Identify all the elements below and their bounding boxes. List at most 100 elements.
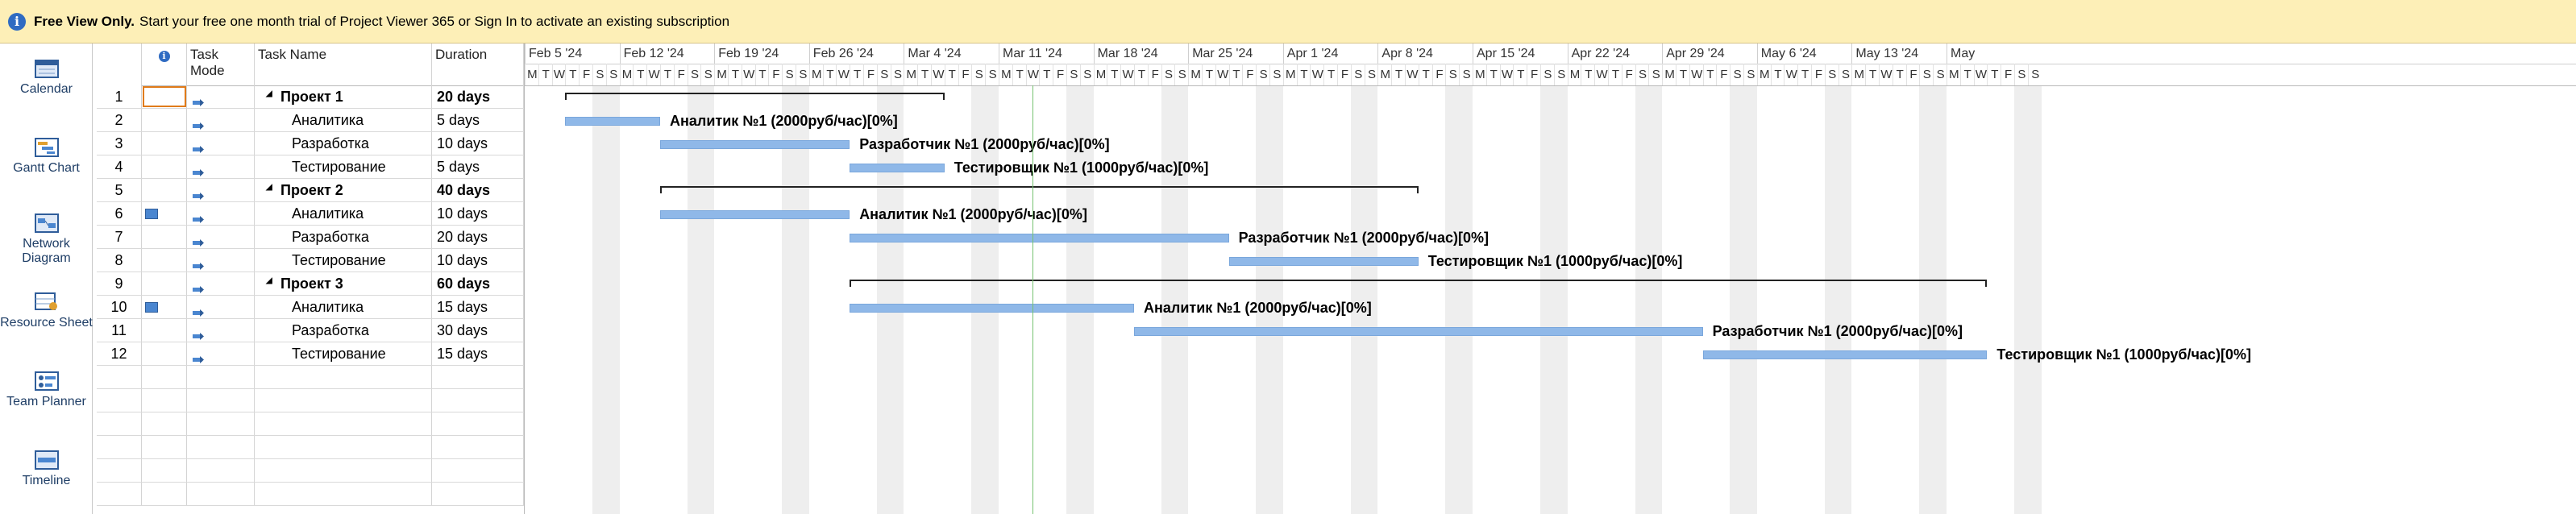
task-mode-cell[interactable] <box>187 436 255 458</box>
duration-cell[interactable]: 5 days <box>432 109 524 131</box>
task-name-cell[interactable]: Тестирование <box>255 155 432 178</box>
task-name-cell[interactable] <box>255 412 432 435</box>
row-id[interactable] <box>97 366 142 388</box>
indicator-cell[interactable] <box>142 132 187 155</box>
task-mode-cell[interactable] <box>187 132 255 155</box>
empty-row[interactable] <box>97 483 524 506</box>
task-row[interactable]: 6 Аналитика 10 days <box>97 202 524 226</box>
task-mode-cell[interactable] <box>187 296 255 318</box>
empty-row[interactable] <box>97 436 524 459</box>
view-resource-sheet[interactable]: Resource Sheet <box>0 292 93 330</box>
task-name-cell[interactable] <box>255 389 432 412</box>
task-row[interactable]: 7 Разработка 20 days <box>97 226 524 249</box>
duration-cell[interactable]: 15 days <box>432 296 524 318</box>
indicator-cell[interactable] <box>142 342 187 365</box>
row-id[interactable]: 11 <box>97 319 142 342</box>
task-row[interactable]: 1 ◢ Проект 1 20 days <box>97 85 524 109</box>
row-id[interactable]: 3 <box>97 132 142 155</box>
duration-cell[interactable]: 10 days <box>432 249 524 272</box>
task-name-cell[interactable] <box>255 366 432 388</box>
task-bar[interactable] <box>850 163 945 172</box>
task-name-cell[interactable]: Аналитика <box>255 202 432 225</box>
duration-column-header[interactable]: Duration <box>432 44 524 85</box>
task-row[interactable]: 8 Тестирование 10 days <box>97 249 524 272</box>
task-bar[interactable] <box>660 209 850 219</box>
task-mode-cell[interactable] <box>187 483 255 505</box>
task-bar[interactable] <box>1228 256 1419 266</box>
empty-row[interactable] <box>97 459 524 483</box>
task-mode-cell[interactable] <box>187 389 255 412</box>
task-name-cell[interactable] <box>255 436 432 458</box>
collapse-triangle-icon[interactable]: ◢ <box>266 90 272 98</box>
banner-message[interactable]: Start your free one month trial of Proje… <box>139 14 729 30</box>
duration-cell[interactable]: 60 days <box>432 272 524 295</box>
row-id[interactable] <box>97 459 142 482</box>
indicator-cell[interactable] <box>142 296 187 318</box>
task-name-cell[interactable]: Разработка <box>255 319 432 342</box>
task-row[interactable]: 11 Разработка 30 days <box>97 319 524 342</box>
task-bar[interactable] <box>1134 326 1703 336</box>
row-header-corner[interactable] <box>97 44 142 85</box>
duration-cell[interactable]: 30 days <box>432 319 524 342</box>
task-mode-cell[interactable] <box>187 85 255 108</box>
row-id[interactable]: 7 <box>97 226 142 248</box>
duration-cell[interactable]: 5 days <box>432 155 524 178</box>
duration-cell[interactable] <box>432 366 524 388</box>
row-id[interactable]: 5 <box>97 179 142 201</box>
view-gantt-chart[interactable]: Gantt Chart <box>0 137 93 176</box>
task-name-cell[interactable]: Аналитика <box>255 296 432 318</box>
task-mode-cell[interactable] <box>187 226 255 248</box>
collapse-triangle-icon[interactable]: ◢ <box>266 277 272 285</box>
row-id[interactable] <box>97 412 142 435</box>
view-team-planner[interactable]: Team Planner <box>0 371 93 409</box>
task-row[interactable]: 2 Аналитика 5 days <box>97 109 524 132</box>
task-name-cell[interactable]: Тестирование <box>255 249 432 272</box>
task-mode-cell[interactable] <box>187 459 255 482</box>
task-mode-cell[interactable] <box>187 179 255 201</box>
task-mode-cell[interactable] <box>187 202 255 225</box>
task-row[interactable]: 10 Аналитика 15 days <box>97 296 524 319</box>
task-row[interactable]: 5 ◢ Проект 2 40 days <box>97 179 524 202</box>
task-mode-cell[interactable] <box>187 109 255 131</box>
view-timeline[interactable]: Timeline <box>0 450 93 488</box>
task-name-cell[interactable]: Разработка <box>255 132 432 155</box>
row-id[interactable]: 8 <box>97 249 142 272</box>
task-name-cell[interactable]: Разработка <box>255 226 432 248</box>
row-id[interactable]: 6 <box>97 202 142 225</box>
indicator-cell[interactable] <box>142 412 187 435</box>
duration-cell[interactable] <box>432 389 524 412</box>
task-name-cell[interactable]: ◢ Проект 3 <box>255 272 432 295</box>
indicator-cell[interactable] <box>142 272 187 295</box>
empty-row[interactable] <box>97 412 524 436</box>
task-name-cell[interactable]: Аналитика <box>255 109 432 131</box>
task-name-cell[interactable]: ◢ Проект 1 <box>255 85 432 108</box>
task-mode-cell[interactable] <box>187 366 255 388</box>
task-bar[interactable] <box>850 303 1134 313</box>
task-mode-cell[interactable] <box>187 412 255 435</box>
duration-cell[interactable]: 10 days <box>432 132 524 155</box>
task-bar[interactable] <box>565 116 660 126</box>
indicator-cell[interactable] <box>142 436 187 458</box>
indicator-cell[interactable] <box>142 483 187 505</box>
row-id[interactable] <box>97 389 142 412</box>
duration-cell[interactable]: 20 days <box>432 226 524 248</box>
task-name-cell[interactable]: Тестирование <box>255 342 432 365</box>
duration-cell[interactable]: 20 days <box>432 85 524 108</box>
task-mode-column-header[interactable]: Task Mode <box>187 44 255 85</box>
row-id[interactable]: 2 <box>97 109 142 131</box>
view-network-diagram[interactable]: Network Diagram <box>0 213 93 266</box>
indicator-cell[interactable] <box>142 459 187 482</box>
task-mode-cell[interactable] <box>187 249 255 272</box>
row-id[interactable]: 12 <box>97 342 142 365</box>
summary-bar[interactable] <box>850 279 1988 287</box>
summary-bar[interactable] <box>660 185 1419 193</box>
task-bar[interactable] <box>1702 350 1988 359</box>
task-name-cell[interactable]: ◢ Проект 2 <box>255 179 432 201</box>
task-row[interactable]: 12 Тестирование 15 days <box>97 342 524 366</box>
duration-cell[interactable]: 10 days <box>432 202 524 225</box>
summary-bar[interactable] <box>565 92 945 100</box>
indicators-column-header[interactable]: i <box>142 44 187 85</box>
indicator-cell[interactable] <box>142 202 187 225</box>
indicator-cell[interactable] <box>142 155 187 178</box>
indicator-cell[interactable] <box>142 85 187 108</box>
